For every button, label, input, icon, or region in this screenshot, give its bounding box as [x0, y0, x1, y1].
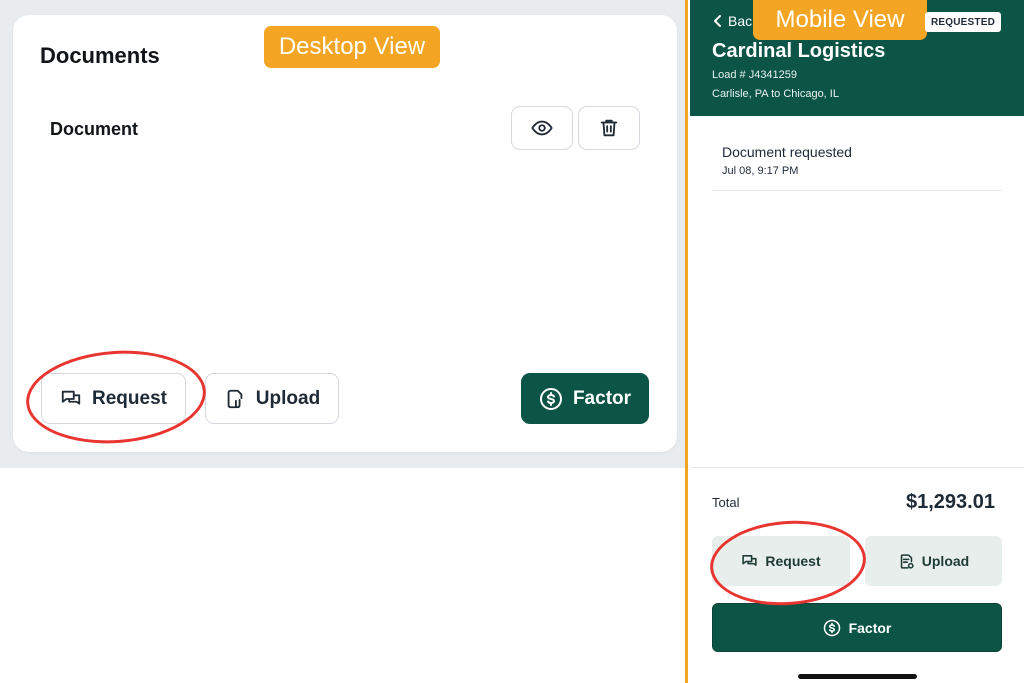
- view-divider: [685, 0, 688, 683]
- company-name: Cardinal Logistics: [712, 40, 886, 62]
- stage: Documents Document Request Upload Factor…: [0, 0, 1024, 683]
- request-button-label: Request: [92, 387, 167, 409]
- chat-icon: [60, 388, 82, 410]
- view-document-button[interactable]: [511, 106, 573, 150]
- document-label: Document: [50, 119, 139, 139]
- event-time: Jul 08, 9:17 PM: [722, 165, 799, 177]
- route: Carlisle, PA to Chicago, IL: [712, 88, 839, 100]
- total-label: Total: [712, 495, 740, 510]
- dollar-circle-icon: [539, 387, 563, 411]
- documents-card: Documents Document Request Upload Factor: [13, 15, 677, 452]
- mobile-request-button[interactable]: Request: [712, 536, 850, 586]
- mobile-upload-button[interactable]: Upload: [865, 536, 1002, 586]
- mobile-upload-label: Upload: [921, 553, 970, 569]
- mobile-factor-button[interactable]: Factor: [712, 603, 1002, 652]
- upload-button[interactable]: Upload: [205, 373, 339, 424]
- delete-document-button[interactable]: [578, 106, 640, 150]
- chat-icon: [741, 553, 758, 570]
- dollar-circle-icon: [823, 619, 841, 637]
- trash-icon: [598, 117, 620, 139]
- status-badge: REQUESTED: [925, 12, 1001, 32]
- footer-separator: [690, 467, 1024, 468]
- documents-title: Documents: [40, 43, 160, 68]
- request-button[interactable]: Request: [41, 373, 186, 424]
- load-number: Load # J4341259: [712, 69, 798, 81]
- event-divider: [712, 190, 1002, 191]
- mobile-factor-label: Factor: [848, 619, 892, 636]
- chevron-left-icon: [712, 14, 724, 28]
- mobile-view-tag: Mobile View: [753, 0, 927, 40]
- factor-button[interactable]: Factor: [521, 373, 649, 424]
- home-indicator: [798, 674, 917, 679]
- event-title: Document requested: [722, 144, 852, 160]
- mobile-request-label: Request: [765, 553, 821, 569]
- upload-button-label: Upload: [255, 387, 321, 409]
- desktop-view-tag: Desktop View: [264, 26, 440, 68]
- factor-button-label: Factor: [572, 387, 632, 409]
- paperclip-file-icon: [224, 388, 246, 410]
- document-upload-icon: [898, 553, 915, 570]
- eye-icon: [531, 117, 553, 139]
- total-value: $1,293.01: [906, 491, 995, 513]
